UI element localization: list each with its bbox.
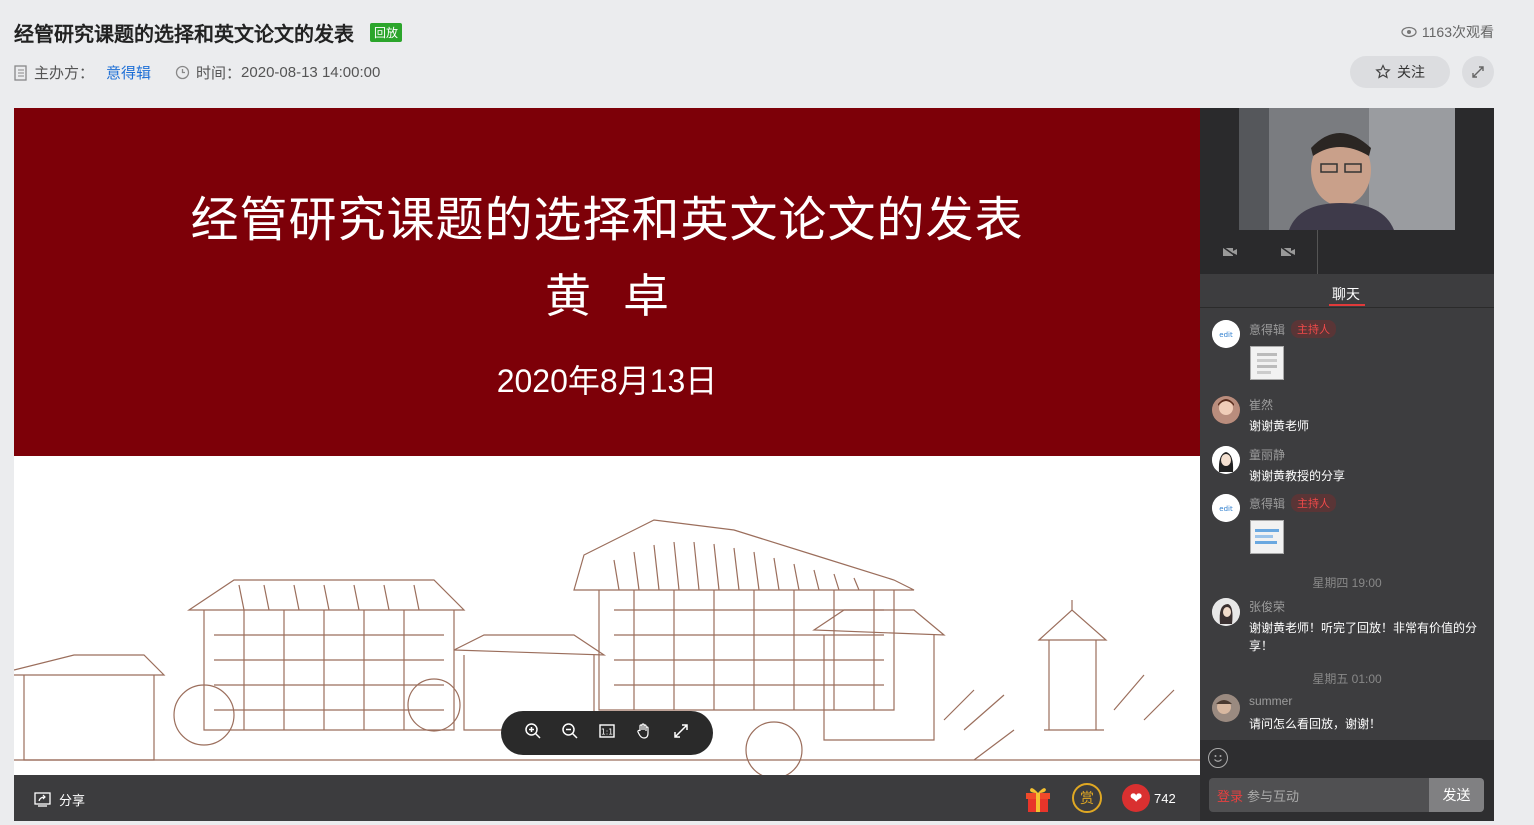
page-title: 经管研究课题的选择和英文论文的发表 xyxy=(14,24,354,46)
camera-controls xyxy=(1222,246,1296,258)
chat-message-text: 谢谢黄老师 xyxy=(1249,419,1310,433)
meta-row: 主办方： 意得辑 时间： 2020-08-13 14:00:00 xyxy=(14,62,380,83)
svg-text:edit: edit xyxy=(1219,505,1233,513)
tab-chat-indicator xyxy=(1329,304,1365,306)
gift-icon[interactable] xyxy=(1024,783,1052,813)
svg-text:1:1: 1:1 xyxy=(601,727,613,736)
host-badge: 主持人 xyxy=(1291,494,1337,512)
time-label: 时间： xyxy=(196,65,242,82)
login-link[interactable]: 登录 xyxy=(1217,786,1243,805)
chat-message-text: 请问怎么看回放，谢谢！ xyxy=(1249,717,1382,731)
share-icon xyxy=(34,792,51,807)
eye-icon xyxy=(1401,26,1417,38)
emoji-icon[interactable] xyxy=(1208,748,1228,768)
chat-image-thumbnail[interactable] xyxy=(1250,520,1284,554)
page-header: 经管研究课题的选择和英文论文的发表 回放 xyxy=(14,18,403,47)
zoom-in-icon[interactable] xyxy=(522,722,544,745)
organizer-label: 主办方： xyxy=(34,65,95,82)
avatar: edit xyxy=(1212,494,1240,522)
chat-timestamp: 星期四 19:00 xyxy=(1312,576,1382,590)
time-value: 2020-08-13 14:00:00 xyxy=(241,64,381,81)
avatar xyxy=(1212,396,1240,424)
player-bottom-bar: 分享 赏 ❤ 742 xyxy=(14,775,1200,821)
avatar: edit xyxy=(1212,320,1240,348)
chat-username: 意得辑 主持人 xyxy=(1249,320,1337,338)
star-icon xyxy=(1375,64,1391,79)
slide-stage: 经管研究课题的选择和英文论文的发表 黄卓 2020年8月13日 1:1 xyxy=(14,108,1200,775)
chat-username: 意得辑 主持人 xyxy=(1249,494,1337,512)
slide-zoom-toolbar: 1:1 xyxy=(501,711,713,755)
speaker-camera-feed xyxy=(1239,108,1455,230)
like-count: 742 xyxy=(1154,791,1176,806)
avatar xyxy=(1212,446,1240,474)
username-text: 童丽静 xyxy=(1249,448,1286,462)
heart-icon[interactable]: ❤ xyxy=(1122,784,1150,812)
view-count-text: 1163次观看 xyxy=(1421,24,1494,40)
avatar xyxy=(1212,694,1240,722)
slide-title: 经管研究课题的选择和英文论文的发表 xyxy=(190,192,1024,248)
send-button[interactable]: 发送 xyxy=(1429,778,1484,812)
chat-input[interactable]: 登录 参与互动 xyxy=(1209,778,1429,812)
chat-input-area: 登录 参与互动 发送 xyxy=(1200,740,1494,821)
actual-size-icon[interactable]: 1:1 xyxy=(596,722,618,745)
side-panel: 聊天 edit 意得辑 主持人 崔然 谢谢黄老师 童丽静 谢谢黄教授的分享 ed… xyxy=(1200,108,1494,821)
camera-divider xyxy=(1317,230,1318,274)
side-tabs: 聊天 xyxy=(1200,276,1494,308)
chat-message-text: 谢谢黄老师！听完了回放！非常有价值的分享！ xyxy=(1249,621,1478,653)
chat-input-placeholder: 参与互动 xyxy=(1247,788,1300,804)
zoom-out-icon[interactable] xyxy=(559,722,581,745)
slide-date: 2020年8月13日 xyxy=(496,363,718,399)
tab-chat[interactable]: 聊天 xyxy=(1332,284,1360,304)
follow-button[interactable]: 关注 xyxy=(1350,56,1450,88)
slide-author: 黄卓 xyxy=(545,269,701,323)
view-count: 1163次观看 xyxy=(1401,22,1494,42)
share-button[interactable]: 分享 xyxy=(34,790,85,809)
fullscreen-icon[interactable] xyxy=(670,722,692,745)
username-text: 张俊荣 xyxy=(1249,600,1286,614)
expand-icon xyxy=(1472,66,1484,78)
chat-username: 张俊荣 xyxy=(1249,598,1285,615)
follow-label: 关注 xyxy=(1397,64,1425,80)
host-badge: 主持人 xyxy=(1291,320,1337,338)
username-text: 崔然 xyxy=(1249,398,1274,412)
chat-timestamp: 星期五 01:00 xyxy=(1312,672,1382,686)
chat-message-text: 谢谢黄教授的分享 xyxy=(1249,469,1346,483)
svg-text:edit: edit xyxy=(1219,331,1233,339)
share-label: 分享 xyxy=(59,793,86,808)
username-text: 意得辑 xyxy=(1249,496,1286,511)
chat-image-thumbnail[interactable] xyxy=(1250,346,1284,380)
hand-pan-icon[interactable] xyxy=(633,722,655,745)
clock-icon xyxy=(175,65,190,80)
avatar xyxy=(1212,598,1240,626)
username-text: summer xyxy=(1249,694,1293,708)
reward-button[interactable]: 赏 xyxy=(1072,783,1102,813)
document-icon xyxy=(14,64,27,81)
chat-username: summer xyxy=(1249,694,1292,708)
camera-off-icon[interactable] xyxy=(1280,246,1296,258)
replay-badge: 回放 xyxy=(370,23,403,42)
camera-area xyxy=(1200,108,1494,274)
organizer-link[interactable]: 意得辑 xyxy=(106,62,151,83)
chat-username: 童丽静 xyxy=(1249,446,1285,463)
chat-username: 崔然 xyxy=(1249,396,1273,413)
camera-off-icon[interactable] xyxy=(1222,246,1238,258)
slide-title-panel: 经管研究课题的选择和英文论文的发表 黄卓 2020年8月13日 xyxy=(14,108,1200,456)
fullscreen-button[interactable] xyxy=(1462,56,1494,88)
username-text: 意得辑 xyxy=(1249,322,1286,337)
